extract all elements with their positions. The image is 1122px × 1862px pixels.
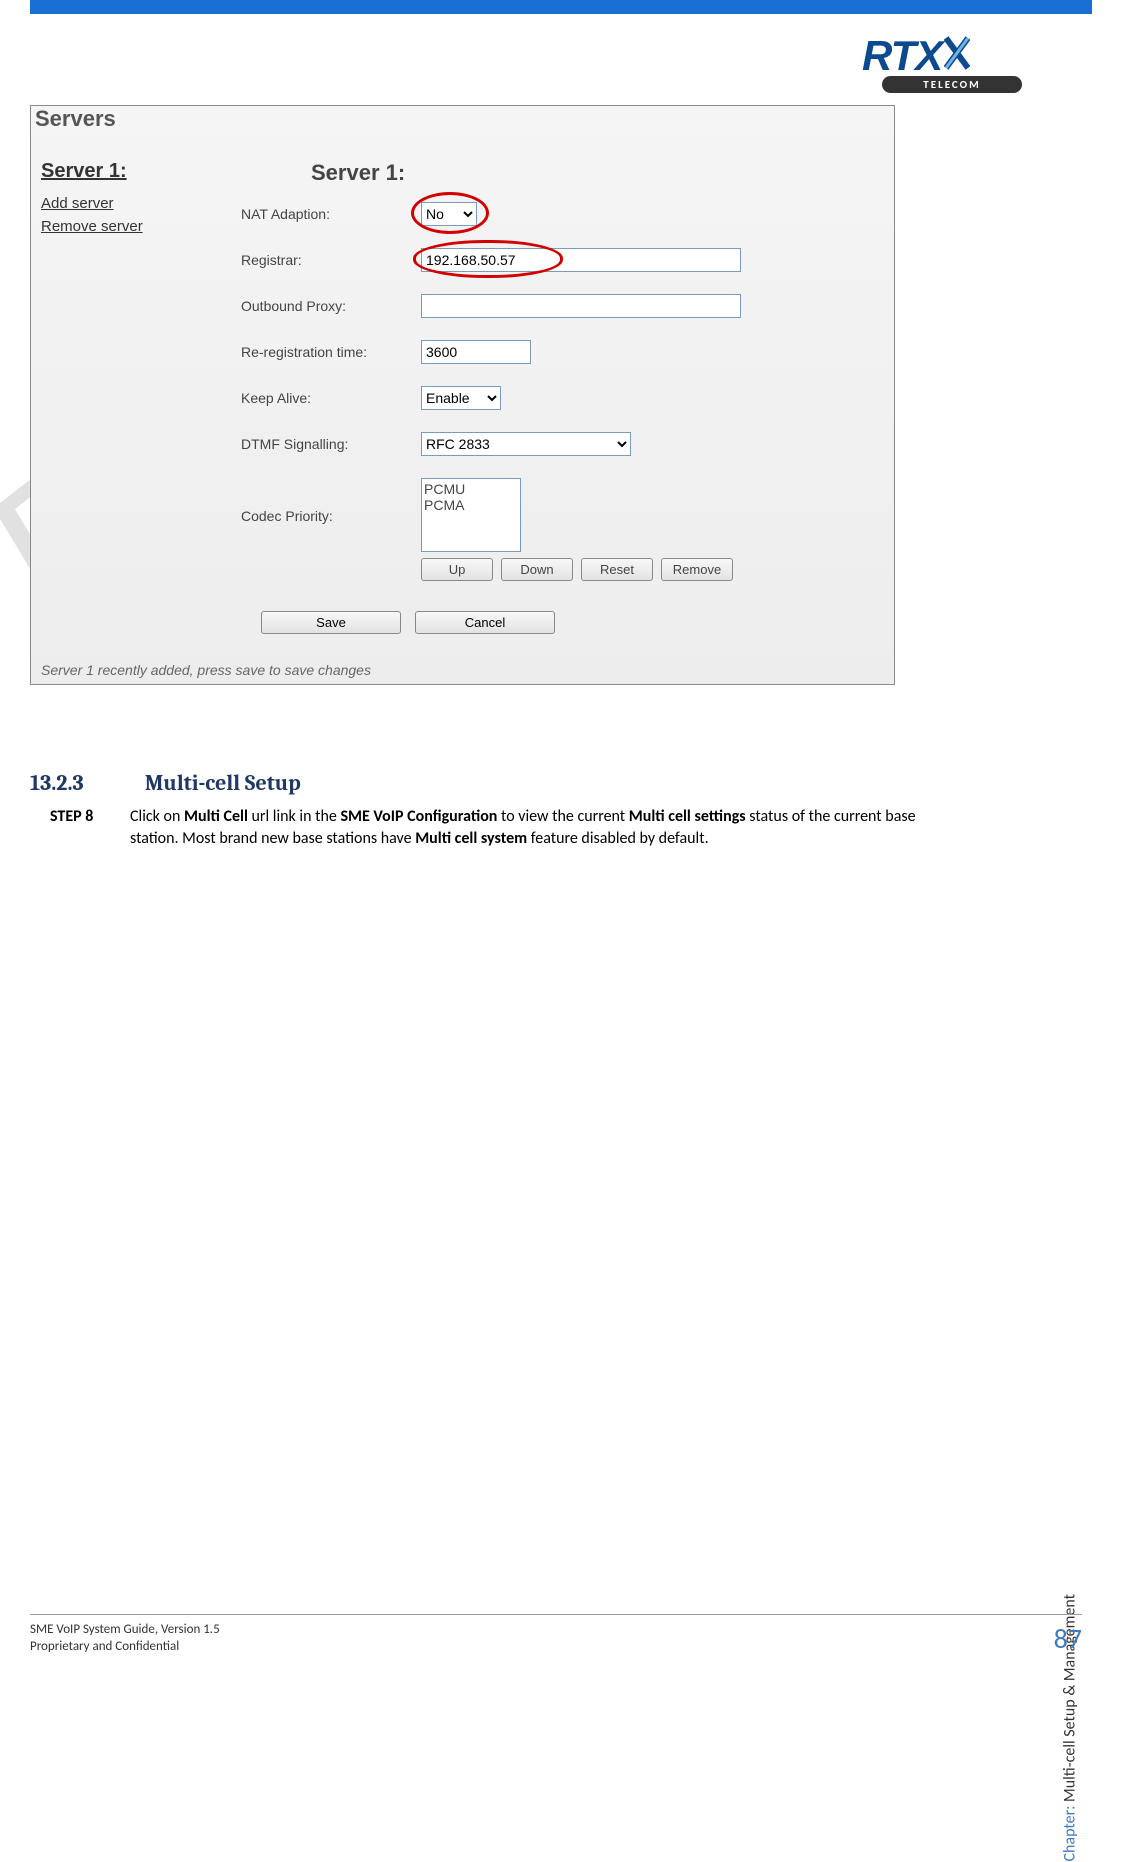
servers-title: Servers [31, 106, 894, 132]
sidebar-server1-link[interactable]: Server 1: [41, 160, 211, 183]
nat-label: NAT Adaption: [231, 206, 421, 222]
section-title: Multi-cell Setup [145, 770, 301, 796]
codec-listbox[interactable]: PCMU PCMA [421, 478, 521, 552]
footer-line1: SME VoIP System Guide, Version 1.5 [30, 1622, 220, 1639]
page-top-border [30, 0, 1092, 14]
servers-config-screenshot: Servers Server 1: Add server Remove serv… [30, 105, 895, 685]
codec-item-pcmu[interactable]: PCMU [424, 481, 518, 497]
codec-label: Codec Priority: [231, 478, 421, 524]
up-button[interactable]: Up [421, 558, 493, 581]
dtmf-select[interactable]: RFC 2833 [421, 432, 631, 456]
page-number: 87 [1054, 1621, 1082, 1656]
step-label: STEP 8 [50, 806, 130, 849]
cancel-button[interactable]: Cancel [415, 611, 555, 634]
nat-select[interactable]: No [421, 202, 477, 226]
proxy-input[interactable] [421, 294, 741, 318]
rereg-label: Re-registration time: [231, 344, 421, 360]
registrar-input[interactable] [421, 248, 741, 272]
add-server-link[interactable]: Add server [41, 195, 211, 212]
remove-server-link[interactable]: Remove server [41, 218, 211, 235]
reset-button[interactable]: Reset [581, 558, 653, 581]
keepalive-label: Keep Alive: [231, 390, 421, 406]
keepalive-select[interactable]: Enable [421, 386, 501, 410]
section-heading: 13.2.3 Multi-cell Setup [30, 770, 301, 796]
save-button[interactable]: Save [261, 611, 401, 634]
logo-brand: RTX [862, 32, 942, 80]
rereg-input[interactable] [421, 340, 531, 364]
step-8-block: STEP 8 Click on Multi Cell url link in t… [50, 806, 920, 849]
footer-line2: Proprietary and Confidential [30, 1639, 220, 1656]
section-number: 13.2.3 [30, 770, 140, 796]
sidebar: Server 1: Add server Remove server [31, 152, 221, 656]
down-button[interactable]: Down [501, 558, 573, 581]
form-title: Server 1: [311, 160, 884, 186]
codec-item-pcma[interactable]: PCMA [424, 497, 518, 513]
server-form: Server 1: NAT Adaption: No Registrar: [221, 152, 894, 656]
proxy-label: Outbound Proxy: [231, 298, 421, 314]
registrar-label: Registrar: [231, 252, 421, 268]
logo-x-icon [944, 32, 970, 80]
rtx-logo: RTX TELECOM [862, 32, 1062, 93]
step-text: Click on Multi Cell url link in the SME … [130, 806, 920, 849]
remove-button[interactable]: Remove [661, 558, 733, 581]
status-message: Server 1 recently added, press save to s… [31, 656, 894, 684]
page-footer: SME VoIP System Guide, Version 1.5 Propr… [30, 1614, 1082, 1656]
dtmf-label: DTMF Signalling: [231, 436, 421, 452]
